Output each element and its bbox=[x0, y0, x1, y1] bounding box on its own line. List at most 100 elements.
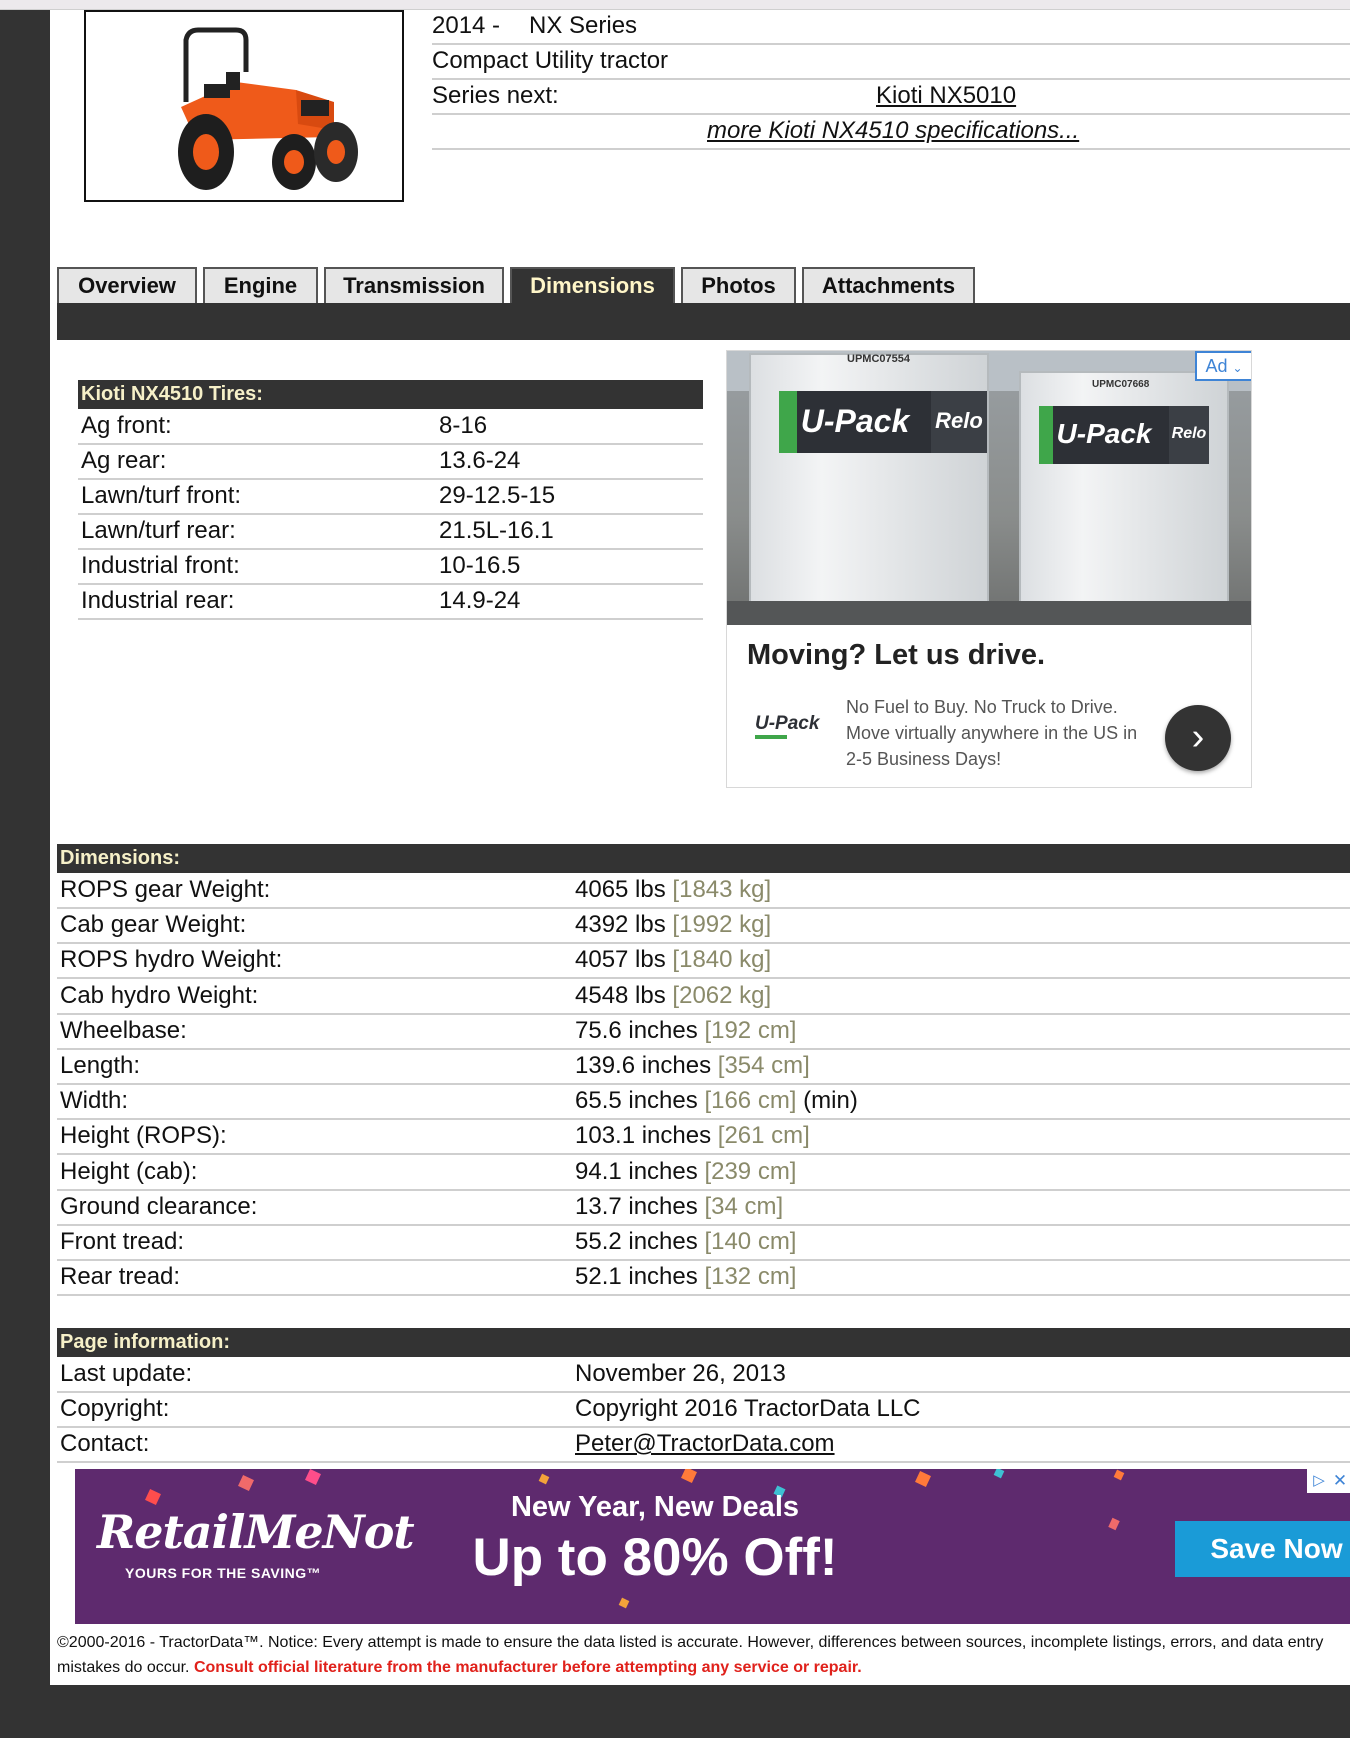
metric-value: [354 cm] bbox=[717, 1052, 810, 1079]
table-row: Industrial rear: 14.9-24 bbox=[78, 585, 703, 620]
more-specs-link[interactable]: more Kioti NX4510 specifications... bbox=[707, 115, 1079, 147]
tire-value: 13.6-24 bbox=[439, 447, 521, 474]
metric-value: [1843 kg] bbox=[672, 876, 772, 903]
tire-value: 29-12.5-15 bbox=[439, 482, 556, 509]
dimension-value: 13.7 inches [34 cm] bbox=[575, 1191, 783, 1223]
imperial-value: 139.6 inches bbox=[575, 1052, 712, 1079]
dimension-value: 52.1 inches [132 cm] bbox=[575, 1261, 796, 1293]
table-row: Width: 65.5 inches [166 cm] (min) bbox=[57, 1085, 1350, 1120]
dimension-value: 4392 lbs [1992 kg] bbox=[575, 909, 771, 941]
tire-label: Industrial front: bbox=[81, 552, 240, 579]
container-code: UPMC07668 bbox=[1092, 379, 1150, 390]
header-more-row: more Kioti NX4510 specifications... bbox=[432, 115, 1350, 150]
imperial-value: 94.1 inches bbox=[575, 1158, 698, 1185]
contact-email-link[interactable]: Peter@TractorData.com bbox=[575, 1428, 835, 1460]
table-row: Height (ROPS): 103.1 inches [261 cm] bbox=[57, 1120, 1350, 1155]
table-row: Last update: November 26, 2013 bbox=[57, 1358, 1350, 1393]
table-row: Front tread: 55.2 inches [140 cm] bbox=[57, 1226, 1350, 1261]
series-next-label: Series next: bbox=[432, 82, 559, 109]
ad-choice-badge[interactable]: Ad ⌄ bbox=[1195, 351, 1251, 381]
retailmenot-logo: RetailMeNot bbox=[97, 1505, 415, 1559]
close-icon[interactable]: ✕ bbox=[1330, 1471, 1350, 1491]
imperial-value: 55.2 inches bbox=[575, 1228, 698, 1255]
table-row: Height (cab): 94.1 inches [239 cm] bbox=[57, 1156, 1350, 1191]
dimension-label: Width: bbox=[60, 1087, 129, 1114]
imperial-value: 4392 lbs bbox=[575, 911, 666, 938]
table-row: Cab gear Weight: 4392 lbs [1992 kg] bbox=[57, 909, 1350, 944]
metric-value: [2062 kg] bbox=[672, 982, 772, 1009]
tire-label: Ag rear: bbox=[81, 447, 167, 474]
ad-badge-label: Ad bbox=[1205, 356, 1228, 376]
metric-value: [192 cm] bbox=[704, 1017, 797, 1044]
info-label: Copyright: bbox=[60, 1395, 170, 1422]
table-row: Cab hydro Weight: 4548 lbs [2062 kg] bbox=[57, 980, 1350, 1015]
info-label: Contact: bbox=[60, 1430, 150, 1457]
table-row: Ag rear: 13.6-24 bbox=[78, 445, 703, 480]
imperial-value: 75.6 inches bbox=[575, 1017, 698, 1044]
browser-top-strip bbox=[0, 0, 1350, 10]
series-label: NX Series bbox=[529, 12, 638, 39]
table-row: Length: 139.6 inches [354 cm] bbox=[57, 1050, 1350, 1085]
dimension-suffix: (min) bbox=[803, 1087, 858, 1114]
tire-label: Ag front: bbox=[81, 412, 172, 439]
metric-value: [1840 kg] bbox=[672, 946, 772, 973]
metric-value: [166 cm] bbox=[704, 1087, 797, 1114]
metric-value: [132 cm] bbox=[704, 1263, 797, 1290]
tab-overview[interactable]: Overview bbox=[57, 267, 197, 303]
table-row: ROPS hydro Weight: 4057 lbs [1840 kg] bbox=[57, 944, 1350, 979]
table-row: Rear tread: 52.1 inches [132 cm] bbox=[57, 1261, 1350, 1296]
tire-label: Lawn/turf front: bbox=[81, 482, 242, 509]
series-next-link[interactable]: Kioti NX5010 bbox=[876, 80, 1016, 112]
page-info-header: Page information: bbox=[57, 1328, 1350, 1357]
header-type-row: Compact Utility tractor bbox=[432, 45, 1350, 80]
year-label: 2014 - bbox=[432, 12, 501, 39]
save-now-button[interactable]: Save Now bbox=[1175, 1521, 1350, 1577]
tab-attachments[interactable]: Attachments bbox=[802, 267, 975, 303]
dimension-label: Length: bbox=[60, 1052, 141, 1079]
tab-engine[interactable]: Engine bbox=[203, 267, 318, 303]
imperial-value: 65.5 inches bbox=[575, 1087, 698, 1114]
upack-ad[interactable]: U-Pack Relo UPMC07554 U-Pack Relo UPMC07… bbox=[726, 350, 1252, 788]
upack-logo: U-Pack bbox=[755, 713, 820, 734]
tire-label: Industrial rear: bbox=[81, 587, 235, 614]
table-row: Lawn/turf rear: 21.5L-16.1 bbox=[78, 515, 703, 550]
imperial-value: 13.7 inches bbox=[575, 1193, 698, 1220]
tab-photos[interactable]: Photos bbox=[681, 267, 796, 303]
ad-subheadline: New Year, New Deals bbox=[510, 1491, 800, 1523]
info-value: November 26, 2013 bbox=[575, 1360, 786, 1387]
dimension-label: ROPS hydro Weight: bbox=[60, 946, 283, 973]
metric-value: [261 cm] bbox=[717, 1122, 810, 1149]
chevron-right-icon[interactable]: › bbox=[1165, 705, 1231, 771]
table-row: Ground clearance: 13.7 inches [34 cm] bbox=[57, 1191, 1350, 1226]
info-label: Last update: bbox=[60, 1360, 193, 1387]
retailmenot-tagline: YOURS FOR THE SAVING™ bbox=[125, 1565, 322, 1581]
table-row: Copyright: Copyright 2016 TractorData LL… bbox=[57, 1393, 1350, 1428]
tire-value: 14.9-24 bbox=[439, 587, 521, 614]
chevron-down-icon: ⌄ bbox=[1232, 361, 1243, 375]
ad-headline[interactable]: Moving? Let us drive. bbox=[747, 639, 1045, 672]
footer-notice: ©2000-2016 - TractorData™. Notice: Every… bbox=[57, 1630, 1350, 1680]
tractor-image[interactable] bbox=[84, 10, 404, 202]
tires-header: Kioti NX4510 Tires: bbox=[78, 380, 703, 409]
dimension-label: Cab gear Weight: bbox=[60, 911, 247, 938]
dimension-label: Rear tread: bbox=[60, 1263, 181, 1290]
tab-dimensions[interactable]: Dimensions bbox=[510, 267, 675, 303]
dimension-value: 4057 lbs [1840 kg] bbox=[575, 944, 771, 976]
ad-choices-icon[interactable]: ▷ bbox=[1309, 1471, 1329, 1491]
tab-strip bbox=[57, 303, 1350, 340]
tire-label: Lawn/turf rear: bbox=[81, 517, 236, 544]
dimension-value: 4548 lbs [2062 kg] bbox=[575, 980, 771, 1012]
tractor-icon bbox=[178, 27, 358, 190]
retailmenot-ad[interactable]: RetailMeNot YOURS FOR THE SAVING™ New Ye… bbox=[75, 1469, 1350, 1624]
upack-logo-bar bbox=[755, 735, 787, 739]
tab-transmission[interactable]: Transmission bbox=[324, 267, 504, 303]
header-year-row: 2014 - NX Series bbox=[432, 10, 1350, 45]
footer-warning: Consult official literature from the man… bbox=[193, 1659, 862, 1676]
imperial-value: 4057 lbs bbox=[575, 946, 666, 973]
imperial-value: 52.1 inches bbox=[575, 1263, 698, 1290]
metric-value: [140 cm] bbox=[704, 1228, 797, 1255]
dimension-value: 75.6 inches [192 cm] bbox=[575, 1015, 796, 1047]
container-code: UPMC07554 bbox=[847, 353, 910, 365]
tire-value: 8-16 bbox=[439, 412, 488, 439]
container-brand: U-Pack bbox=[779, 391, 931, 453]
